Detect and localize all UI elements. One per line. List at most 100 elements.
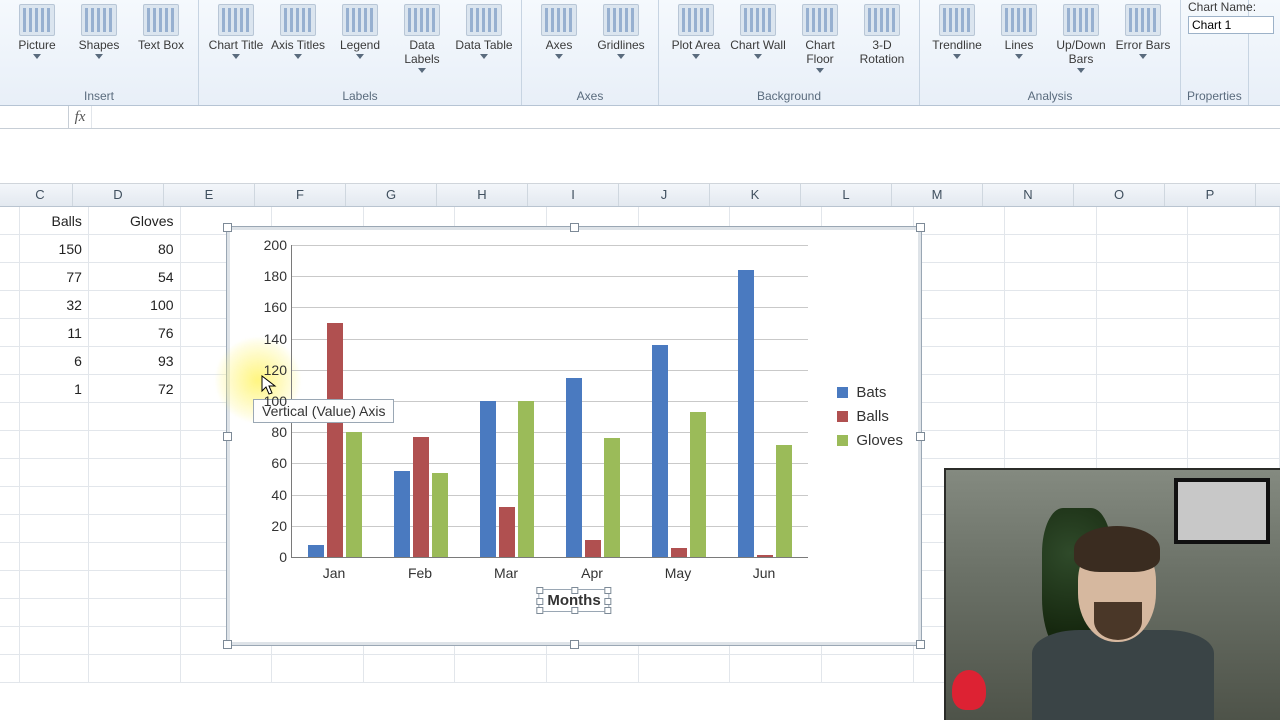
cell[interactable] [20, 515, 89, 543]
cell[interactable] [1097, 235, 1189, 263]
cell[interactable]: 6 [20, 347, 89, 375]
chart-legend[interactable]: BatsBallsGloves [837, 377, 903, 456]
bar-gloves[interactable] [346, 432, 362, 557]
legend-item[interactable]: Balls [837, 408, 903, 425]
bar-bats[interactable] [308, 545, 324, 557]
cell[interactable] [1005, 375, 1097, 403]
shapes-button[interactable]: Shapes [68, 2, 130, 59]
cell[interactable] [914, 347, 1006, 375]
bar-bats[interactable] [394, 471, 410, 557]
bar-balls[interactable] [327, 323, 343, 557]
bar-bats[interactable] [480, 401, 496, 557]
cell[interactable] [547, 655, 639, 683]
column-header[interactable]: L [801, 184, 892, 206]
chart-title-button[interactable]: Chart Title [205, 2, 267, 59]
cell[interactable]: 32 [20, 291, 89, 319]
cell[interactable] [20, 627, 89, 655]
cell[interactable]: 100 [89, 291, 181, 319]
column-header[interactable]: C [8, 184, 73, 206]
cell[interactable] [89, 459, 181, 487]
bar-gloves[interactable] [690, 412, 706, 557]
cell[interactable] [89, 599, 181, 627]
bar-bats[interactable] [652, 345, 668, 557]
bar-balls[interactable] [671, 548, 687, 557]
resize-handle[interactable] [570, 223, 579, 232]
cell[interactable]: 72 [89, 375, 181, 403]
cell[interactable] [1005, 403, 1097, 431]
cell[interactable] [89, 571, 181, 599]
column-header[interactable]: I [528, 184, 619, 206]
rotation-3d-button[interactable]: 3-D Rotation [851, 2, 913, 67]
bar-bats[interactable] [738, 270, 754, 557]
bar-balls[interactable] [413, 437, 429, 557]
cell[interactable] [1188, 319, 1280, 347]
cell[interactable]: 54 [89, 263, 181, 291]
cell[interactable] [1005, 207, 1097, 235]
cell[interactable] [20, 403, 89, 431]
column-header[interactable]: M [892, 184, 983, 206]
cell[interactable]: 80 [89, 235, 181, 263]
axis-titles-button[interactable]: Axis Titles [267, 2, 329, 59]
cell[interactable] [1097, 375, 1189, 403]
column-header[interactable]: K [710, 184, 801, 206]
cell[interactable] [914, 291, 1006, 319]
cell[interactable] [272, 655, 364, 683]
cell[interactable]: 77 [20, 263, 89, 291]
up-down-bars-button[interactable]: Up/Down Bars [1050, 2, 1112, 73]
cell[interactable] [89, 515, 181, 543]
cell[interactable] [20, 487, 89, 515]
cell[interactable] [89, 403, 181, 431]
cell[interactable] [1097, 319, 1189, 347]
error-bars-button[interactable]: Error Bars [1112, 2, 1174, 59]
cell[interactable] [89, 431, 181, 459]
bar-gloves[interactable] [518, 401, 534, 557]
cell[interactable] [1188, 235, 1280, 263]
legend-button[interactable]: Legend [329, 2, 391, 59]
chart-name-input[interactable] [1188, 16, 1274, 34]
resize-handle[interactable] [570, 640, 579, 649]
plot-area-button[interactable]: Plot Area [665, 2, 727, 59]
cell[interactable] [1188, 375, 1280, 403]
lines-button[interactable]: Lines [988, 2, 1050, 59]
cell[interactable] [20, 459, 89, 487]
text-box-button[interactable]: Text Box [130, 2, 192, 53]
cell[interactable] [1188, 263, 1280, 291]
cell[interactable] [1097, 403, 1189, 431]
column-header[interactable]: N [983, 184, 1074, 206]
data-labels-button[interactable]: Data Labels [391, 2, 453, 73]
bar-bats[interactable] [566, 378, 582, 557]
bar-gloves[interactable] [432, 473, 448, 557]
chart-wall-button[interactable]: Chart Wall [727, 2, 789, 59]
cell[interactable] [1005, 319, 1097, 347]
cell[interactable] [455, 655, 547, 683]
legend-item[interactable]: Bats [837, 384, 903, 401]
column-header[interactable]: H [437, 184, 528, 206]
cell[interactable] [20, 655, 89, 683]
bar-gloves[interactable] [776, 445, 792, 557]
cell[interactable] [20, 571, 89, 599]
column-header[interactable]: J [619, 184, 710, 206]
cell[interactable] [1005, 431, 1097, 459]
cell[interactable] [89, 655, 181, 683]
cell[interactable]: Gloves [89, 207, 181, 235]
cell[interactable] [20, 599, 89, 627]
cell[interactable] [1097, 291, 1189, 319]
gridlines-button[interactable]: Gridlines [590, 2, 652, 59]
cell[interactable] [639, 655, 731, 683]
cell[interactable] [181, 655, 273, 683]
cell[interactable] [20, 431, 89, 459]
bar-gloves[interactable] [604, 438, 620, 557]
cell[interactable] [1005, 291, 1097, 319]
cell[interactable] [914, 235, 1006, 263]
fx-icon[interactable]: fx [69, 106, 92, 128]
cell[interactable] [1188, 431, 1280, 459]
bar-balls[interactable] [499, 507, 515, 557]
axes-button[interactable]: Axes [528, 2, 590, 59]
cell[interactable] [89, 543, 181, 571]
cell[interactable]: 93 [89, 347, 181, 375]
cell[interactable] [914, 207, 1006, 235]
cell[interactable]: 150 [20, 235, 89, 263]
cell[interactable] [1188, 403, 1280, 431]
resize-handle[interactable] [223, 223, 232, 232]
embedded-chart[interactable]: BatsBallsGloves Vertical (Value) Axis Mo… [226, 226, 922, 646]
